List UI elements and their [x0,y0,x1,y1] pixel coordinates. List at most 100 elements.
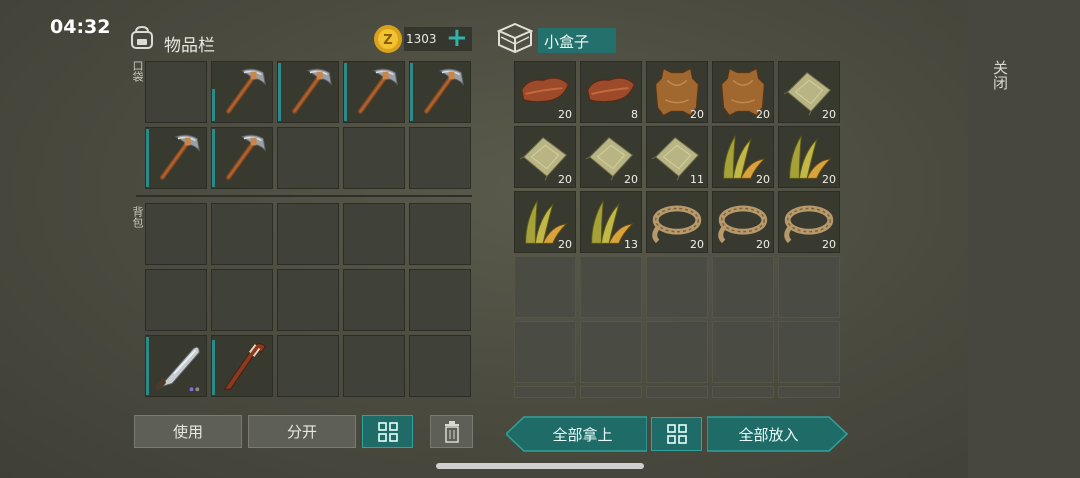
item-count: 20 [756,238,770,251]
item-count: 13 [624,238,638,251]
item-slot[interactable] [145,127,207,189]
item-slot[interactable] [211,335,273,397]
grid-icon [377,421,398,442]
empty-slot[interactable] [277,127,339,189]
item-count: 20 [690,238,704,251]
empty-slot[interactable] [145,203,207,265]
pocket-label: 口袋 [131,60,144,82]
machete-icon [155,346,200,392]
durability-bar [146,337,149,395]
empty-slot[interactable] [409,127,471,189]
empty-slot[interactable] [343,203,405,265]
item-slot[interactable]: 13 [580,191,642,253]
backpack-icon [131,25,153,49]
item-slot[interactable] [211,127,273,189]
item-count: 8 [631,108,638,121]
item-count: 20 [822,238,836,251]
empty-slot[interactable] [778,386,840,398]
empty-slot[interactable] [343,335,405,397]
add-coins-button[interactable]: + [446,23,468,53]
item-count: 20 [822,108,836,121]
empty-slot[interactable] [646,321,708,383]
durability-bar [146,129,149,187]
coin-count: 1303 [406,32,437,46]
empty-slot[interactable] [712,256,774,318]
put-all-button[interactable]: 全部放入 [710,416,827,452]
item-count: 20 [690,108,704,121]
item-slot[interactable]: 20 [514,61,576,123]
durability-bar [212,340,215,395]
empty-slot[interactable] [580,386,642,398]
sort-container-button[interactable] [651,417,702,451]
empty-slot[interactable] [646,256,708,318]
hockey-stick-icon [223,343,266,390]
durability-bar [410,63,413,121]
item-slot[interactable] [277,61,339,123]
item-count: 20 [756,173,770,186]
item-count: 20 [756,108,770,121]
empty-slot[interactable] [514,256,576,318]
empty-slot[interactable] [145,269,207,331]
item-slot[interactable]: 20 [646,191,708,253]
backpack-label: 背包 [131,206,144,228]
empty-slot[interactable] [343,127,405,189]
inventory-title: 物品栏 [164,36,215,56]
item-slot[interactable] [145,335,207,397]
item-slot[interactable]: 20 [778,61,840,123]
item-slot[interactable]: 20 [778,126,840,188]
container-title[interactable]: 小盒子 [538,28,616,53]
empty-slot[interactable] [712,321,774,383]
empty-slot[interactable] [514,386,576,398]
durability-bar [278,63,281,121]
empty-slot[interactable] [409,203,471,265]
empty-slot[interactable] [712,386,774,398]
durability-bar [212,89,215,121]
item-count: 20 [558,238,572,251]
empty-slot[interactable] [343,269,405,331]
item-slot[interactable]: 20 [712,126,774,188]
pickaxe-icon [292,68,332,114]
grid-icon [666,424,687,444]
pickaxe-icon [424,68,464,114]
empty-slot[interactable] [580,321,642,383]
empty-slot[interactable] [646,386,708,398]
empty-slot[interactable] [145,61,207,123]
trash-button[interactable] [430,415,473,448]
item-slot[interactable]: 20 [712,61,774,123]
item-slot[interactable]: 20 [514,126,576,188]
item-count: 20 [558,173,572,186]
item-slot[interactable]: 8 [580,61,642,123]
item-slot[interactable] [343,61,405,123]
empty-slot[interactable] [514,321,576,383]
item-slot[interactable]: 11 [646,126,708,188]
pickaxe-icon [226,68,266,114]
close-label[interactable]: 关闭 [990,60,1011,90]
empty-slot[interactable] [778,321,840,383]
item-slot[interactable]: 20 [514,191,576,253]
empty-slot[interactable] [211,203,273,265]
item-slot[interactable] [211,61,273,123]
pickaxe-icon [160,134,200,180]
item-slot[interactable]: 20 [778,191,840,253]
use-button[interactable]: 使用 [134,415,242,448]
empty-slot[interactable] [580,256,642,318]
close-panel[interactable]: 关闭 [968,0,1080,478]
pickaxe-icon [226,134,266,180]
split-button[interactable]: 分开 [248,415,356,448]
empty-slot[interactable] [277,269,339,331]
item-slot[interactable]: 20 [580,126,642,188]
svg-text:Z: Z [383,33,392,48]
empty-slot[interactable] [409,335,471,397]
home-indicator[interactable] [436,463,644,469]
item-slot[interactable]: 20 [712,191,774,253]
empty-slot[interactable] [277,335,339,397]
item-slot[interactable] [409,61,471,123]
section-divider [136,195,472,197]
item-slot[interactable]: 20 [646,61,708,123]
empty-slot[interactable] [409,269,471,331]
take-all-button[interactable]: 全部拿上 [524,416,641,452]
empty-slot[interactable] [211,269,273,331]
empty-slot[interactable] [277,203,339,265]
empty-slot[interactable] [778,256,840,318]
sort-inventory-button[interactable] [362,415,413,448]
